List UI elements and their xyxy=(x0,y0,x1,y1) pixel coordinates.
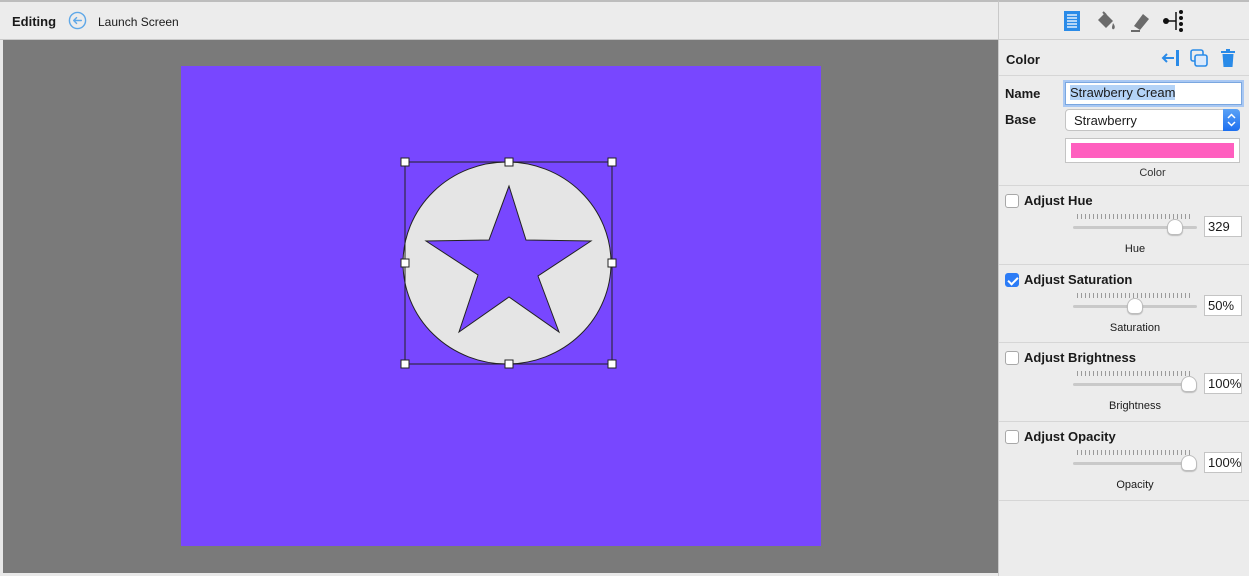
name-value: Strawberry Cream xyxy=(1070,85,1176,100)
duplicate-icon[interactable] xyxy=(1189,48,1209,68)
breadcrumb[interactable]: Launch Screen xyxy=(98,15,179,29)
handle-bottom xyxy=(504,359,514,369)
base-value: Strawberry xyxy=(1074,113,1137,128)
paint-bucket-icon[interactable] xyxy=(1094,9,1118,33)
adjust-title[interactable]: Adjust Opacity xyxy=(1024,429,1116,444)
circle-arrow-left-icon[interactable] xyxy=(68,11,87,30)
adjust-title[interactable]: Adjust Brightness xyxy=(1024,350,1136,365)
slider-knob[interactable] xyxy=(1127,298,1143,314)
inspector-panel: Color Name Strawberry Cream Base Strawbe… xyxy=(998,0,1249,576)
adjust-brightness-checkbox[interactable] xyxy=(1005,351,1019,365)
node-tree-icon[interactable] xyxy=(1162,9,1186,33)
editor-toolbar: Editing Launch Screen xyxy=(0,0,998,40)
slider-ticks xyxy=(1077,450,1193,455)
inspector-tabs xyxy=(999,2,1249,40)
adjustment-opacity: Adjust Opacity 100% Opacity xyxy=(999,421,1249,500)
slider-caption: Hue xyxy=(1124,243,1146,255)
eraser-icon[interactable] xyxy=(1128,9,1152,33)
opacity-value-field[interactable]: 100% xyxy=(1204,452,1242,473)
chevron-updown-icon[interactable] xyxy=(1223,109,1240,131)
slider-caption: Brightness xyxy=(1109,400,1161,412)
color-section-header: Color xyxy=(999,40,1249,76)
base-label: Base xyxy=(1005,112,1037,127)
adjust-title[interactable]: Adjust Hue xyxy=(1024,193,1093,208)
adjust-hue-checkbox[interactable] xyxy=(1005,194,1019,208)
saturation-value-field[interactable]: 50% xyxy=(1204,295,1242,316)
slider-caption: Opacity xyxy=(1116,479,1154,491)
color-caption: Color xyxy=(1139,167,1166,179)
color-well[interactable] xyxy=(1065,138,1240,163)
handle-top-left xyxy=(400,157,410,167)
adjustment-saturation: Adjust Saturation 50% Saturation xyxy=(999,264,1249,343)
brightness-value-field[interactable]: 100% xyxy=(1204,373,1242,394)
handle-right xyxy=(607,258,617,268)
color-swatch xyxy=(1071,143,1234,158)
name-input[interactable]: Strawberry Cream xyxy=(1065,82,1242,105)
slider-knob[interactable] xyxy=(1181,376,1197,392)
canvas[interactable] xyxy=(3,40,998,573)
handle-bottom-right xyxy=(607,359,617,369)
slider-knob[interactable] xyxy=(1166,219,1183,235)
handle-top-right xyxy=(607,157,617,167)
divider xyxy=(999,500,1249,501)
handle-left xyxy=(400,258,410,268)
import-icon[interactable] xyxy=(1161,48,1181,68)
trash-icon[interactable] xyxy=(1218,48,1238,68)
mode-label: Editing xyxy=(12,14,57,29)
star-badge-shape[interactable] xyxy=(402,161,612,365)
slider-knob[interactable] xyxy=(1181,455,1197,471)
slider-ticks xyxy=(1077,371,1193,376)
slider-track[interactable] xyxy=(1073,462,1197,465)
adjust-opacity-checkbox[interactable] xyxy=(1005,430,1019,444)
name-label: Name xyxy=(1005,86,1041,101)
hue-value-field[interactable]: 329 xyxy=(1204,216,1242,237)
slider-caption: Saturation xyxy=(1109,322,1161,334)
section-title: Color xyxy=(1006,52,1040,67)
artboard[interactable] xyxy=(181,66,821,546)
slider-track[interactable] xyxy=(1073,383,1197,386)
handle-top xyxy=(504,157,514,167)
base-select[interactable]: Strawberry xyxy=(1065,109,1240,131)
adjust-saturation-checkbox[interactable] xyxy=(1005,273,1019,287)
adjustment-brightness: Adjust Brightness 100% Brightness xyxy=(999,342,1249,421)
handle-bottom-left xyxy=(400,359,410,369)
list-icon[interactable] xyxy=(1060,9,1084,33)
adjust-title[interactable]: Adjust Saturation xyxy=(1024,272,1132,287)
adjustment-hue: Adjust Hue 329 Hue xyxy=(999,185,1249,264)
